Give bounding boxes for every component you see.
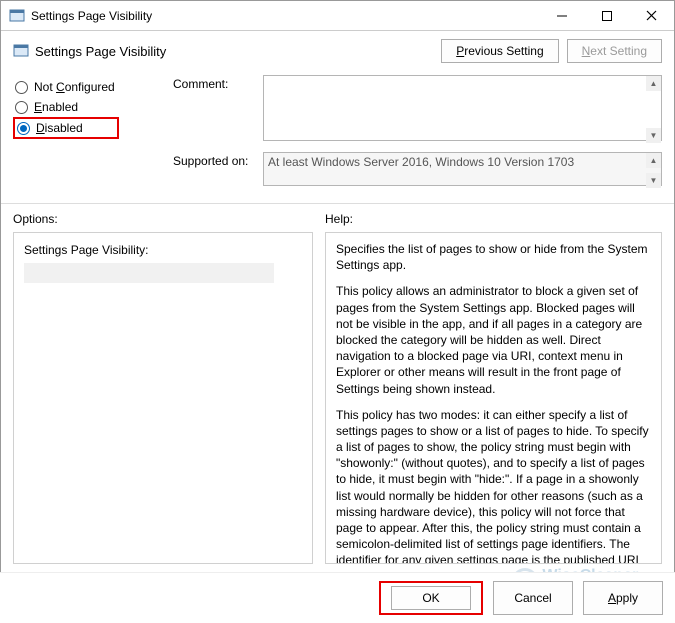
radio-icon-selected	[17, 122, 30, 135]
radio-disabled[interactable]: Disabled	[17, 121, 83, 135]
window-buttons	[539, 1, 674, 30]
radio-icon	[15, 81, 28, 94]
cancel-button[interactable]: Cancel	[493, 581, 573, 615]
radio-icon	[15, 101, 28, 114]
supported-on-value: At least Windows Server 2016, Windows 10…	[263, 152, 662, 186]
next-setting-button[interactable]: Next Setting	[567, 39, 662, 63]
supported-on-label: Supported on:	[173, 152, 263, 168]
ok-button[interactable]: OK	[391, 586, 471, 610]
window-title: Settings Page Visibility	[31, 9, 539, 23]
previous-setting-button[interactable]: Previous Setting	[441, 39, 558, 63]
help-label: Help:	[325, 212, 662, 226]
comment-input[interactable]	[263, 75, 662, 141]
options-panel: Settings Page Visibility:	[13, 232, 313, 564]
scroll-down-icon[interactable]: ▼	[646, 128, 661, 143]
radio-label: Enabled	[34, 100, 78, 114]
maximize-button[interactable]	[584, 1, 629, 30]
app-icon	[9, 8, 25, 24]
help-text: This policy has two modes: it can either…	[336, 407, 651, 564]
state-radio-group: Not Configured Enabled Disabled	[13, 75, 163, 197]
highlight-box: Disabled	[13, 117, 119, 139]
policy-title: Settings Page Visibility	[35, 44, 441, 59]
help-text: This policy allows an administrator to b…	[336, 283, 651, 396]
radio-label: Disabled	[36, 121, 83, 135]
divider	[1, 203, 674, 204]
options-label: Options:	[13, 212, 313, 226]
titlebar: Settings Page Visibility	[1, 1, 674, 31]
apply-button[interactable]: Apply	[583, 581, 663, 615]
radio-enabled[interactable]: Enabled	[13, 97, 163, 117]
scroll-up-icon[interactable]: ▲	[646, 76, 661, 91]
settings-page-visibility-input[interactable]	[24, 263, 274, 283]
scroll-up-icon[interactable]: ▲	[646, 153, 661, 168]
help-panel: Specifies the list of pages to show or h…	[325, 232, 662, 564]
policy-icon	[13, 43, 29, 59]
comment-label: Comment:	[173, 75, 263, 91]
minimize-button[interactable]	[539, 1, 584, 30]
scroll-down-icon[interactable]: ▼	[646, 173, 661, 188]
close-button[interactable]	[629, 1, 674, 30]
highlight-box: OK	[379, 581, 483, 615]
help-text: Specifies the list of pages to show or h…	[336, 241, 651, 273]
radio-label: Not Configured	[34, 80, 115, 94]
dialog-button-bar: OK Cancel Apply	[0, 572, 675, 623]
option-field-label: Settings Page Visibility:	[24, 243, 302, 257]
radio-not-configured[interactable]: Not Configured	[13, 77, 163, 97]
